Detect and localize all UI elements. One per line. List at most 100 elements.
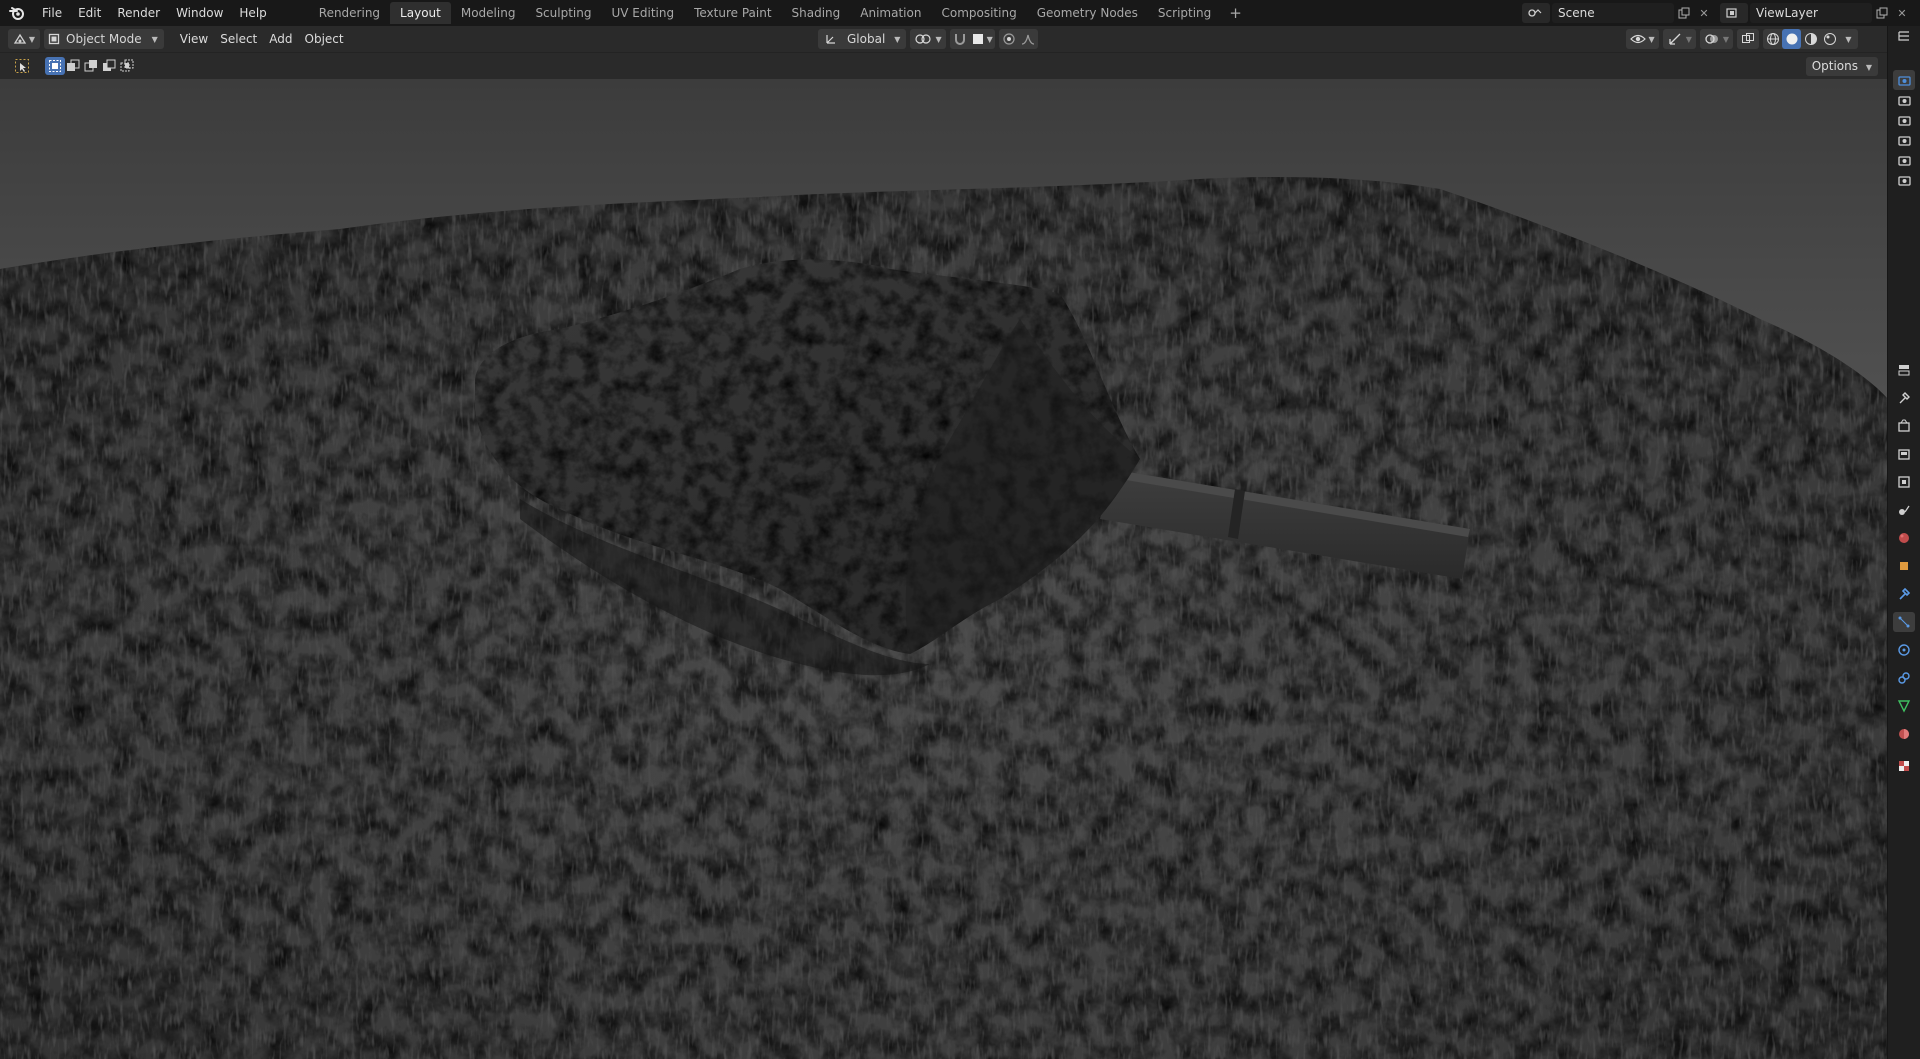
pivot-point-dropdown[interactable]: ▼ <box>910 29 946 49</box>
delete-view-layer-icon[interactable]: ✕ <box>1892 3 1912 23</box>
menu-add[interactable]: Add <box>263 29 298 49</box>
gizmo-dropdown[interactable]: ▼ <box>1662 29 1696 49</box>
tab-scripting[interactable]: Scripting <box>1148 2 1221 24</box>
select-mode-extend-button[interactable] <box>63 57 83 75</box>
proportional-edit-icon <box>1003 33 1015 45</box>
properties-tab-physics[interactable] <box>1893 640 1915 660</box>
viewport-header: ▼ Object Mode ▼ View Select Add Object G… <box>0 26 1888 52</box>
texture-icon <box>1899 761 1909 771</box>
material-preview-icon <box>1804 33 1817 45</box>
outliner-camera-row[interactable] <box>1893 90 1915 110</box>
shading-options-dropdown[interactable]: ▼ <box>1839 29 1858 49</box>
view-layer-selector: ViewLayer ✕ <box>1720 2 1912 24</box>
tab-layout[interactable]: Layout <box>390 2 451 24</box>
new-scene-icon[interactable] <box>1674 3 1694 23</box>
snap-increment-icon <box>972 34 983 44</box>
tab-sculpting[interactable]: Sculpting <box>525 2 601 24</box>
editor-type-button[interactable]: ▼ <box>8 29 40 49</box>
menu-view[interactable]: View <box>174 29 214 49</box>
scene-browse-button[interactable] <box>1522 3 1550 23</box>
outliner-icon <box>1898 31 1909 41</box>
add-workspace-button[interactable]: + <box>1221 0 1250 26</box>
outliner-camera-row[interactable] <box>1893 110 1915 130</box>
select-new-icon <box>49 60 61 72</box>
select-mode-difference-button[interactable] <box>99 57 119 75</box>
output-icon <box>1898 449 1910 460</box>
menu-window[interactable]: Window <box>168 0 231 26</box>
properties-tab-particles[interactable] <box>1893 612 1915 632</box>
gizmo-icon <box>1669 33 1681 45</box>
view-layer-browse-button[interactable] <box>1720 3 1748 23</box>
snap-toggle[interactable] <box>952 32 968 46</box>
tab-compositing[interactable]: Compositing <box>931 2 1026 24</box>
camera-icon <box>1897 156 1911 166</box>
rendered-shading-button[interactable] <box>1820 29 1839 49</box>
world-icon <box>1899 533 1909 543</box>
select-mode-new-button[interactable] <box>45 57 65 75</box>
menu-edit[interactable]: Edit <box>70 0 109 26</box>
properties-tab-material[interactable] <box>1893 724 1915 744</box>
properties-tab-tool[interactable] <box>1893 388 1915 408</box>
tab-uv-editing[interactable]: UV Editing <box>601 2 684 24</box>
properties-tab-data[interactable] <box>1893 696 1915 716</box>
menu-render[interactable]: Render <box>109 0 168 26</box>
properties-tab-render[interactable] <box>1893 416 1915 436</box>
properties-tab-texture[interactable] <box>1893 756 1915 776</box>
transform-orientation-dropdown[interactable]: Global ▼ <box>818 29 907 49</box>
properties-tab-output[interactable] <box>1893 444 1915 464</box>
wireframe-shading-button[interactable] <box>1763 29 1782 49</box>
outliner-camera-row[interactable] <box>1893 170 1915 190</box>
tab-modeling[interactable]: Modeling <box>451 2 526 24</box>
material-preview-button[interactable] <box>1801 29 1820 49</box>
view-layer-name-field[interactable]: ViewLayer <box>1750 3 1872 23</box>
overlays-dropdown[interactable]: ▼ <box>1699 29 1733 49</box>
falloff-curve-icon <box>1021 34 1034 45</box>
tab-texture-paint[interactable]: Texture Paint <box>684 2 781 24</box>
properties-editor-type-button[interactable] <box>1893 360 1915 380</box>
object-mode-icon <box>48 33 60 45</box>
select-subtract-icon <box>84 60 97 72</box>
proportional-falloff-dropdown[interactable] <box>1020 32 1036 46</box>
orientation-axes-icon <box>826 35 835 44</box>
object-mode-label: Object Mode <box>66 32 142 46</box>
modifier-icon <box>1899 587 1911 600</box>
snap-target-dropdown[interactable]: ▼ <box>971 32 993 46</box>
data-icon <box>1897 700 1911 713</box>
tab-shading[interactable]: Shading <box>782 2 851 24</box>
xray-toggle[interactable] <box>1737 29 1759 49</box>
menu-file[interactable]: File <box>34 0 70 26</box>
properties-tab-object[interactable] <box>1893 556 1915 576</box>
menu-object[interactable]: Object <box>299 29 350 49</box>
properties-tab-constraints[interactable] <box>1893 668 1915 688</box>
properties-tab-scene[interactable] <box>1893 500 1915 520</box>
solid-shading-button[interactable] <box>1782 29 1801 49</box>
menu-help[interactable]: Help <box>231 0 274 26</box>
properties-tab-modifier[interactable] <box>1893 584 1915 604</box>
tab-animation[interactable]: Animation <box>850 2 931 24</box>
3d-viewport[interactable] <box>0 79 1888 1059</box>
select-mode-intersect-button[interactable] <box>117 57 137 75</box>
select-mode-subtract-button[interactable] <box>81 57 101 75</box>
chevron-down-icon: ▼ <box>935 34 942 44</box>
properties-tab-view-layer[interactable] <box>1893 472 1915 492</box>
object-mode-dropdown[interactable]: Object Mode ▼ <box>44 29 164 49</box>
tab-rendering[interactable]: Rendering <box>309 2 390 24</box>
tab-geometry-nodes[interactable]: Geometry Nodes <box>1027 2 1148 24</box>
visibility-dropdown[interactable]: ▼ <box>1625 29 1659 49</box>
scene-name-field[interactable]: Scene <box>1552 3 1674 23</box>
outliner-camera-row[interactable] <box>1893 130 1915 150</box>
menu-select[interactable]: Select <box>214 29 263 49</box>
properties-tab-world[interactable] <box>1893 528 1915 548</box>
camera-icon <box>1897 96 1911 106</box>
eye-icon <box>1629 34 1646 44</box>
proportional-editing-toggle[interactable] <box>1001 32 1017 46</box>
active-tool-button[interactable] <box>12 57 32 75</box>
snap-controls: ▼ <box>949 29 995 49</box>
new-view-layer-icon[interactable] <box>1872 3 1892 23</box>
outliner-camera-row[interactable] <box>1893 70 1915 90</box>
options-dropdown[interactable]: Options ▼ <box>1805 57 1878 76</box>
outliner-camera-row[interactable] <box>1893 150 1915 170</box>
blender-logo-icon[interactable] <box>0 0 34 26</box>
outliner-editor-type-button[interactable] <box>1893 26 1915 46</box>
delete-scene-icon[interactable]: ✕ <box>1694 3 1714 23</box>
